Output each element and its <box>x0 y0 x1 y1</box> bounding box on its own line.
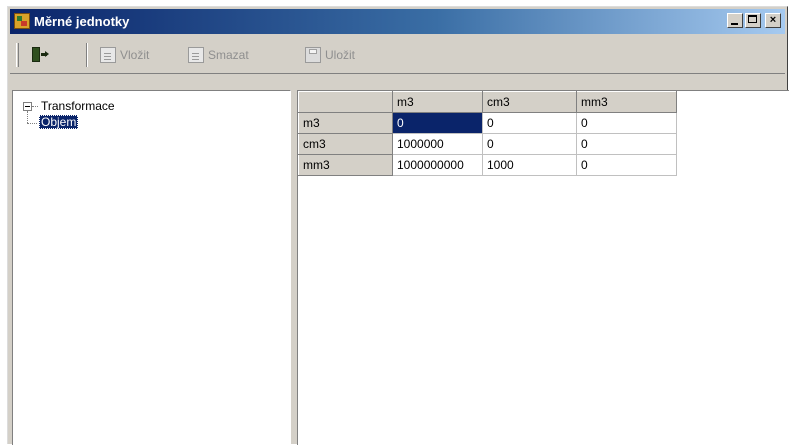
tree-collapse-icon[interactable] <box>23 102 32 111</box>
row-header[interactable]: m3 <box>298 112 393 134</box>
toolbar-separator <box>86 43 88 67</box>
close-button[interactable]: × <box>765 13 781 28</box>
grid-panel: m3 cm3 mm3 m3 0 0 0 cm3 1000000 0 0 mm3 … <box>297 90 789 445</box>
table-row: m3 0 0 0 <box>298 112 677 134</box>
delete-button[interactable]: Smazat <box>186 45 272 67</box>
grid-cell[interactable]: 0 <box>576 112 677 134</box>
save-button[interactable]: Uložit <box>303 45 371 67</box>
grid-cell[interactable]: 1000000 <box>392 133 483 155</box>
maximize-button[interactable] <box>745 13 761 28</box>
row-header[interactable]: cm3 <box>298 133 393 155</box>
grid-cell[interactable]: 1000 <box>482 154 577 176</box>
table-row: mm3 1000000000 1000 0 <box>298 154 677 176</box>
grid-cell[interactable]: 0 <box>576 154 677 176</box>
column-header[interactable]: m3 <box>392 91 483 113</box>
save-disk-icon <box>305 47 321 63</box>
toolbar-grip[interactable] <box>16 43 19 67</box>
grid-cell[interactable]: 0 <box>482 133 577 155</box>
insert-button-label: Vložit <box>120 48 150 62</box>
window-title: Měrné jednotky <box>34 14 130 29</box>
delete-document-icon <box>188 47 204 63</box>
grid-corner-cell[interactable] <box>298 91 393 113</box>
save-button-label: Uložit <box>325 48 356 62</box>
minimize-icon <box>731 23 738 25</box>
toolbar: Vložit Smazat Uložit <box>10 37 785 74</box>
grid-cell-selected[interactable]: 0 <box>392 112 483 134</box>
grid-cell[interactable]: 1000000000 <box>392 154 483 176</box>
maximize-icon <box>748 15 757 23</box>
app-window: Měrné jednotky × Vložit Smazat Uložit Tr… <box>7 6 789 445</box>
delete-button-label: Smazat <box>208 48 249 62</box>
tree-node-objem[interactable]: Objem <box>39 115 79 129</box>
column-header[interactable]: mm3 <box>576 91 677 113</box>
close-icon: × <box>769 14 777 26</box>
minimize-button[interactable] <box>727 13 743 28</box>
insert-document-icon <box>100 47 116 63</box>
exit-door-icon <box>30 46 49 64</box>
insert-button[interactable]: Vložit <box>98 45 166 67</box>
tree-panel[interactable]: Transformace Objem <box>12 90 291 445</box>
exit-button[interactable] <box>26 45 56 67</box>
row-header[interactable]: mm3 <box>298 154 393 176</box>
tree-node-transformace[interactable]: Transformace <box>41 99 115 113</box>
grid-cell[interactable]: 0 <box>482 112 577 134</box>
conversion-grid: m3 cm3 mm3 m3 0 0 0 cm3 1000000 0 0 mm3 … <box>298 91 677 176</box>
title-bar[interactable]: Měrné jednotky × <box>10 9 785 34</box>
grid-header-row: m3 cm3 mm3 <box>298 91 677 113</box>
column-header[interactable]: cm3 <box>482 91 577 113</box>
grid-cell[interactable]: 0 <box>576 133 677 155</box>
table-row: cm3 1000000 0 0 <box>298 133 677 155</box>
app-icon <box>14 13 30 29</box>
